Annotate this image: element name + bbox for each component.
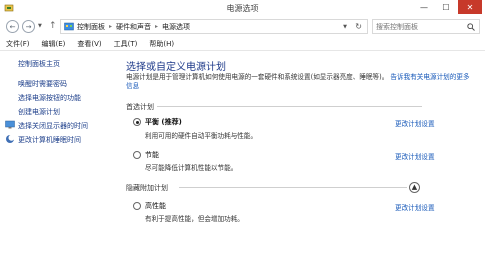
display-monitor-icon [5, 120, 15, 129]
plan-power-saver-name[interactable]: 节能 [145, 150, 159, 160]
plan-power-saver-description: 尽可能降低计算机性能以节能。 [145, 164, 238, 172]
menu-edit[interactable]: 编辑(E) [42, 38, 66, 50]
breadcrumb-hardware-sound[interactable]: 硬件和声音 [116, 22, 151, 32]
plan-high-performance-change-link[interactable]: 更改计划设置 [395, 202, 435, 212]
sidebar-item-sleep-time[interactable]: 更改计算机睡眠时间 [18, 135, 81, 145]
plan-high-performance-name[interactable]: 高性能 [145, 201, 166, 211]
page-title: 选择或自定义电源计划 [126, 62, 226, 73]
section-divider [157, 106, 422, 107]
sidebar-item-power-button[interactable]: 选择电源按钮的功能 [18, 93, 81, 103]
section-divider [179, 187, 407, 188]
recent-locations-dropdown[interactable]: ▼ [38, 23, 42, 29]
preferred-plans-label: 首选计划 [126, 103, 154, 111]
plan-balanced-radio[interactable] [133, 118, 141, 126]
window-title: 电源选项 [226, 4, 259, 13]
menu-file[interactable]: 文件(F) [6, 38, 30, 50]
plan-balanced-name[interactable]: 平衡 (推荐) [145, 117, 182, 127]
breadcrumb-separator-icon[interactable]: ▸ [155, 23, 158, 30]
sidebar-item-display-off-time[interactable]: 选择关闭显示器的时间 [18, 121, 88, 131]
back-button[interactable]: ← [6, 20, 19, 33]
sidebar-item-require-password[interactable]: 唤醒时需要密码 [18, 79, 67, 89]
plan-high-performance-radio[interactable] [133, 202, 141, 210]
plan-power-saver-change-link[interactable]: 更改计划设置 [395, 151, 435, 161]
plan-balanced-description: 利用可用的硬件自动平衡功耗与性能。 [145, 132, 258, 140]
sidebar: 控制面板主页 唤醒时需要密码 选择电源按钮的功能 创建电源计划 选择关闭显示器的… [0, 52, 117, 267]
main-content: 选择或自定义电源计划 电源计划是用于管理计算机如何使用电源的一套硬件和系统设置(… [117, 52, 485, 267]
control-panel-icon [64, 22, 74, 30]
intro-text: 电源计划是用于管理计算机如何使用电源的一套硬件和系统设置(如显示器亮度、睡眠等)… [126, 73, 476, 91]
refresh-icon[interactable]: ↻ [355, 22, 362, 31]
hidden-plans-label: 隐藏附加计划 [126, 184, 168, 192]
address-bar[interactable]: 控制面板 ▸ 硬件和声音 ▸ 电源选项 ▼ ↻ [60, 19, 368, 34]
breadcrumb-control-panel[interactable]: 控制面板 [77, 22, 105, 32]
search-box[interactable] [372, 19, 480, 34]
menu-view[interactable]: 查看(V) [77, 38, 101, 50]
sidebar-item-create-plan[interactable]: 创建电源计划 [18, 107, 60, 117]
minimize-button[interactable]: — [414, 0, 434, 14]
address-dropdown-icon[interactable]: ▼ [343, 24, 347, 30]
menu-bar: 文件(F) 编辑(E) 查看(V) 工具(T) 帮助(H) [0, 38, 485, 51]
up-level-button[interactable]: ↑ [49, 21, 57, 31]
breadcrumb-separator-icon[interactable]: ▸ [109, 23, 112, 30]
sleep-moon-icon [6, 134, 15, 143]
address-row: ← → ▼ ↑ 控制面板 ▸ 硬件和声音 ▸ 电源选项 ▼ ↻ [0, 17, 485, 37]
maximize-button[interactable]: ☐ [436, 0, 456, 14]
plan-power-saver-radio[interactable] [133, 151, 141, 159]
title-bar: 电源选项 — ☐ ✕ [0, 0, 485, 17]
menu-tools[interactable]: 工具(T) [114, 38, 138, 50]
forward-button[interactable]: → [22, 20, 35, 33]
intro-description: 电源计划是用于管理计算机如何使用电源的一套硬件和系统设置(如显示器亮度、睡眠等)… [126, 73, 389, 81]
menu-help[interactable]: 帮助(H) [149, 38, 174, 50]
close-button[interactable]: ✕ [458, 0, 482, 14]
breadcrumb-power-options[interactable]: 电源选项 [162, 22, 190, 32]
collapse-hidden-plans-button[interactable]: ▲ [409, 182, 420, 193]
search-icon[interactable] [467, 23, 475, 31]
search-input[interactable] [376, 22, 464, 32]
plan-high-performance-description: 有利于提高性能，但会增加功耗。 [145, 215, 244, 223]
plan-balanced-change-link[interactable]: 更改计划设置 [395, 118, 435, 128]
sidebar-control-panel-home[interactable]: 控制面板主页 [18, 59, 60, 69]
